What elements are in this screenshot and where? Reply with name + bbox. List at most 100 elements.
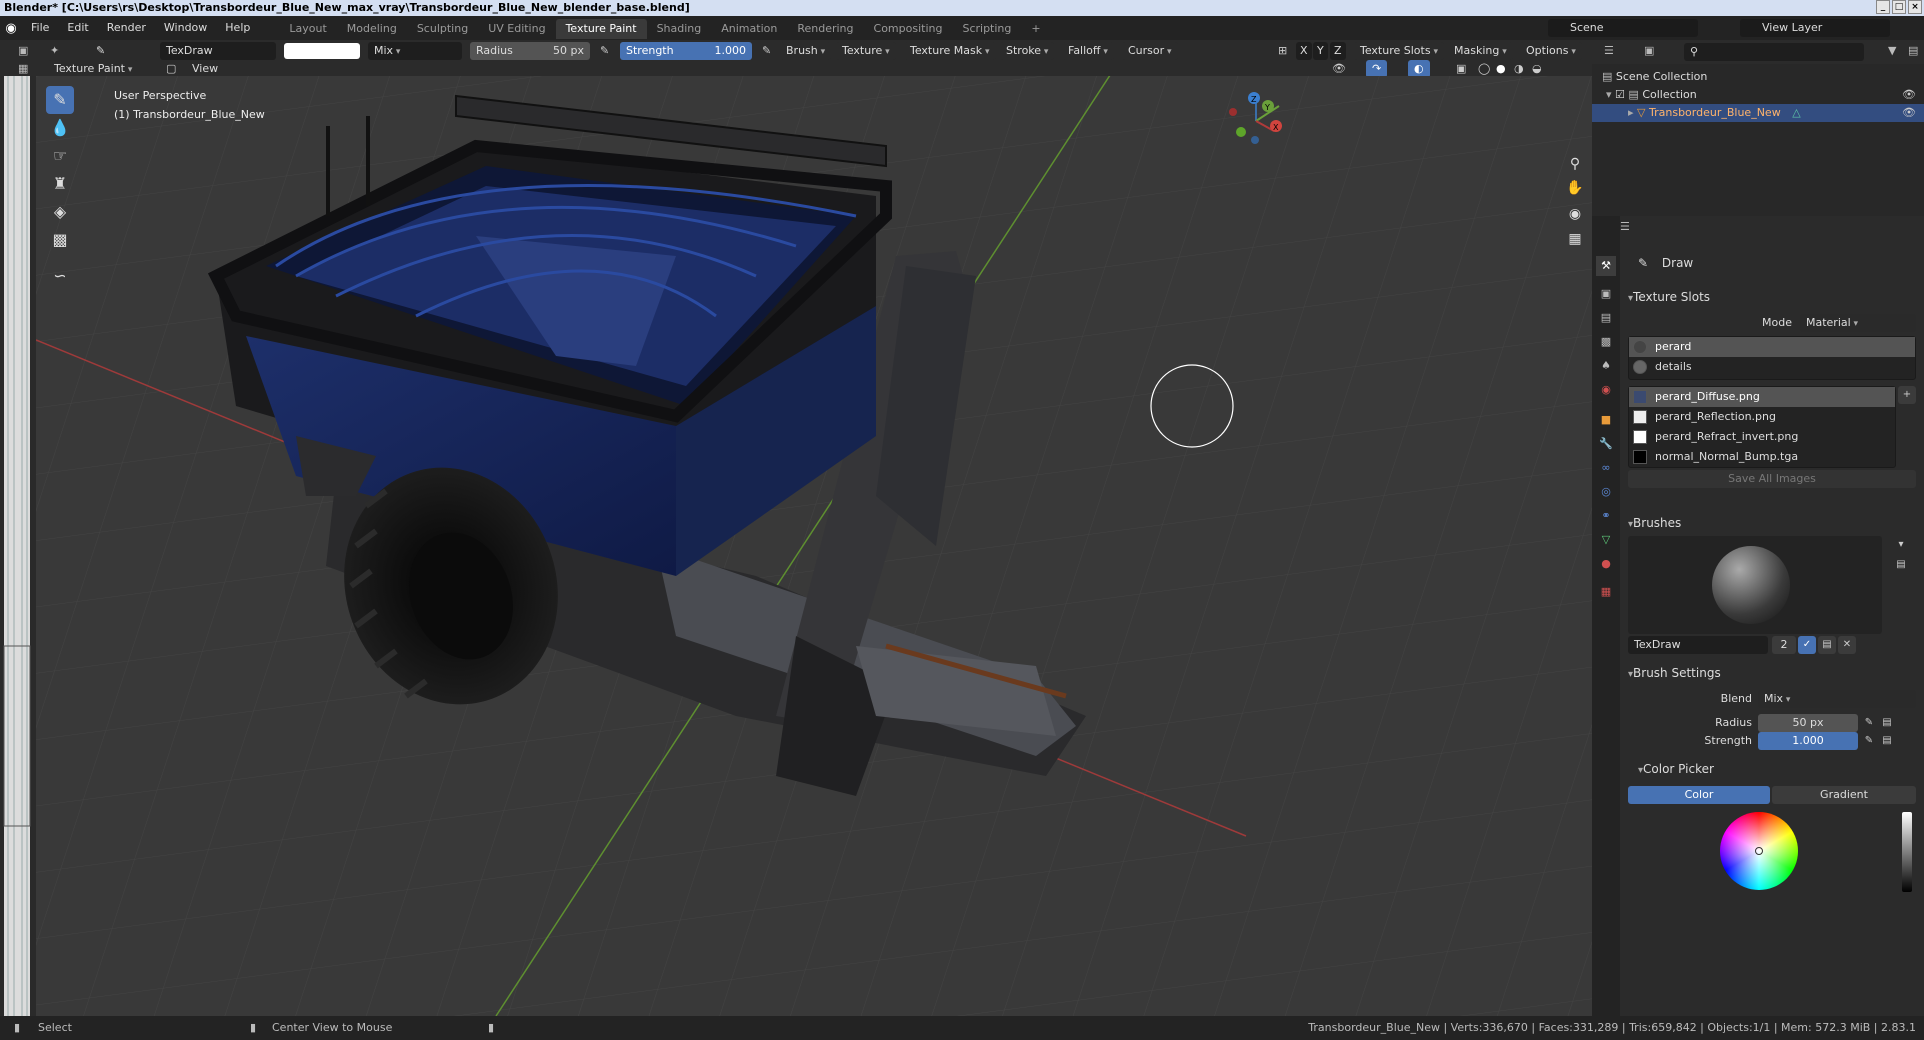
smear-tool-icon[interactable]: ☞ xyxy=(46,142,74,170)
color-picker-header[interactable]: Color Picker xyxy=(1638,762,1714,776)
add-image-button[interactable]: + xyxy=(1898,386,1916,404)
menu-help[interactable]: Help xyxy=(216,16,259,40)
collection-visibility-icon[interactable]: 👁 xyxy=(1902,86,1916,104)
brush-settings-header[interactable]: Brush Settings xyxy=(1628,666,1721,680)
modifier-tab-icon[interactable]: 🔧 xyxy=(1596,434,1616,454)
radius-pressure-icon[interactable]: ✎ xyxy=(1860,714,1878,732)
clone-tool-icon[interactable]: ♜ xyxy=(46,170,74,198)
outliner-search-input[interactable]: ⚲ xyxy=(1684,43,1864,61)
strength-label: Strength xyxy=(1704,734,1752,747)
menu-file[interactable]: File xyxy=(22,16,58,40)
particles-tab-icon[interactable]: ∞ xyxy=(1596,458,1616,478)
image-editor-strip[interactable] xyxy=(0,76,36,1016)
maximize-button[interactable]: □ xyxy=(1892,0,1906,14)
perspective-toggle-icon[interactable]: ▦ xyxy=(1563,227,1587,251)
object-tab-icon[interactable]: ■ xyxy=(1596,410,1616,430)
expand-object-icon[interactable]: ▸ xyxy=(1628,106,1634,119)
menu-render[interactable]: Render xyxy=(98,16,155,40)
radius-unit-icon[interactable]: ▤ xyxy=(1878,714,1896,732)
material-slot-details[interactable]: details xyxy=(1629,357,1915,377)
annotate-tool-icon[interactable]: ∽ xyxy=(46,262,74,290)
image-slot-refract[interactable]: perard_Refract_invert.png xyxy=(1629,427,1895,447)
tab-modeling[interactable]: Modeling xyxy=(337,19,407,39)
tab-rendering[interactable]: Rendering xyxy=(787,19,863,39)
tab-texture-paint[interactable]: Texture Paint xyxy=(555,19,647,39)
color-wheel[interactable] xyxy=(1720,812,1798,890)
properties-tabs: ⚒ ▣ ▤ ▩ ♠ ◉ ■ 🔧 ∞ ◎ ⚭ ▽ ● ▦ xyxy=(1592,216,1620,1016)
color-wheel-cursor[interactable] xyxy=(1755,847,1763,855)
strength-field[interactable]: 1.000 xyxy=(1758,732,1858,750)
unlink-brush-icon[interactable]: ✕ xyxy=(1838,636,1856,654)
close-button[interactable]: × xyxy=(1908,0,1922,14)
tab-scripting[interactable]: Scripting xyxy=(952,19,1021,39)
tab-sculpting[interactable]: Sculpting xyxy=(407,19,478,39)
collection-row[interactable]: ▾ ☑ ▤ Collection 👁 xyxy=(1606,86,1924,104)
image-slot-normal[interactable]: normal_Normal_Bump.tga xyxy=(1629,447,1895,467)
constraints-tab-icon[interactable]: ⚭ xyxy=(1596,506,1616,526)
gradient-tab[interactable]: Gradient xyxy=(1772,786,1916,804)
texture-tab-icon[interactable]: ▦ xyxy=(1596,582,1616,602)
image-slot-diffuse[interactable]: perard_Diffuse.png xyxy=(1629,387,1895,407)
outliner-editor-icon[interactable]: ☰ xyxy=(1598,42,1620,60)
soften-tool-icon[interactable]: 💧 xyxy=(46,114,74,142)
zoom-icon[interactable]: ⚲ xyxy=(1563,152,1587,176)
pan-hand-icon[interactable]: ✋ xyxy=(1563,176,1587,200)
brushes-header[interactable]: Brushes xyxy=(1628,516,1681,530)
tool-tab-icon[interactable]: ⚒ xyxy=(1596,256,1616,276)
tab-animation[interactable]: Animation xyxy=(711,19,787,39)
new-collection-icon[interactable]: ▤ xyxy=(1902,42,1924,60)
physics-tab-icon[interactable]: ◎ xyxy=(1596,482,1616,502)
image-slot-reflection[interactable]: perard_Reflection.png xyxy=(1629,407,1895,427)
brush-list-expand-icon[interactable]: ▾ xyxy=(1892,536,1910,554)
blender-logo-icon[interactable]: ◉ xyxy=(0,21,22,36)
tab-layout[interactable]: Layout xyxy=(279,19,336,39)
editor-type-icon[interactable]: ▣ xyxy=(12,42,34,60)
mode-dropdown[interactable]: Material xyxy=(1800,314,1916,332)
brush-browse-icon[interactable]: ▤ xyxy=(1892,556,1910,574)
fake-user-icon[interactable]: ✓ xyxy=(1798,636,1816,654)
data-tab-icon[interactable]: ▽ xyxy=(1596,530,1616,550)
view-layer-tab-icon[interactable]: ▩ xyxy=(1596,332,1616,352)
strength-unit-icon[interactable]: ▤ xyxy=(1878,732,1896,750)
tab-shading[interactable]: Shading xyxy=(647,19,712,39)
color-swatch[interactable] xyxy=(284,43,360,59)
camera-view-icon[interactable]: ◉ xyxy=(1563,202,1587,226)
scene-tab-icon[interactable]: ♠ xyxy=(1596,356,1616,376)
3d-viewport[interactable]: Z Y X User Perspective (1) Transbordeur_… xyxy=(36,76,1592,1016)
fill-tool-icon[interactable]: ◈ xyxy=(46,198,74,226)
properties-editor-icon[interactable]: ☰ xyxy=(1614,218,1636,236)
menu-edit[interactable]: Edit xyxy=(58,16,97,40)
expand-collection-icon[interactable]: ▾ xyxy=(1606,88,1612,101)
scene-collection-row[interactable]: ▤ Scene Collection xyxy=(1602,68,1922,86)
display-mode-icon[interactable]: ▣ xyxy=(1638,42,1660,60)
collection-checkbox-icon[interactable]: ☑ xyxy=(1615,88,1625,101)
blend-dropdown[interactable]: Mix xyxy=(1758,690,1916,708)
strength-pressure-icon[interactable]: ✎ xyxy=(1860,732,1878,750)
image-thumb-icon xyxy=(1633,450,1647,464)
tab-uv-editing[interactable]: UV Editing xyxy=(478,19,555,39)
brush-preview-box[interactable] xyxy=(1628,536,1882,634)
material-slot-perard[interactable]: perard xyxy=(1629,337,1915,357)
view-layer-selector[interactable]: View Layer xyxy=(1740,19,1890,37)
save-all-images-button[interactable]: Save All Images xyxy=(1628,470,1916,488)
duplicate-brush-icon[interactable]: ▤ xyxy=(1818,636,1836,654)
filter-icon[interactable]: ▼ xyxy=(1882,42,1902,60)
world-tab-icon[interactable]: ◉ xyxy=(1596,380,1616,400)
add-workspace-button[interactable]: + xyxy=(1021,19,1050,39)
tab-compositing[interactable]: Compositing xyxy=(864,19,953,39)
output-tab-icon[interactable]: ▤ xyxy=(1596,308,1616,328)
draw-tool-icon[interactable]: ✎ xyxy=(46,86,74,114)
brush-name-field[interactable]: TexDraw xyxy=(1628,636,1768,654)
menu-window[interactable]: Window xyxy=(155,16,216,40)
object-visibility-icon[interactable]: 👁 xyxy=(1902,104,1916,122)
value-slider[interactable] xyxy=(1902,812,1912,892)
minimize-button[interactable]: _ xyxy=(1876,0,1890,14)
color-tab[interactable]: Color xyxy=(1628,786,1770,804)
render-tab-icon[interactable]: ▣ xyxy=(1596,284,1616,304)
mask-tool-icon[interactable]: ▩ xyxy=(46,226,74,254)
scene-selector[interactable]: Scene xyxy=(1548,19,1698,37)
radius-field[interactable]: 50 px xyxy=(1758,714,1858,732)
material-tab-icon[interactable]: ● xyxy=(1596,554,1616,574)
texture-slots-header[interactable]: Texture Slots xyxy=(1628,290,1710,304)
object-row[interactable]: ▸ ▽ Transbordeur_Blue_New △ 👁 xyxy=(1592,104,1924,122)
